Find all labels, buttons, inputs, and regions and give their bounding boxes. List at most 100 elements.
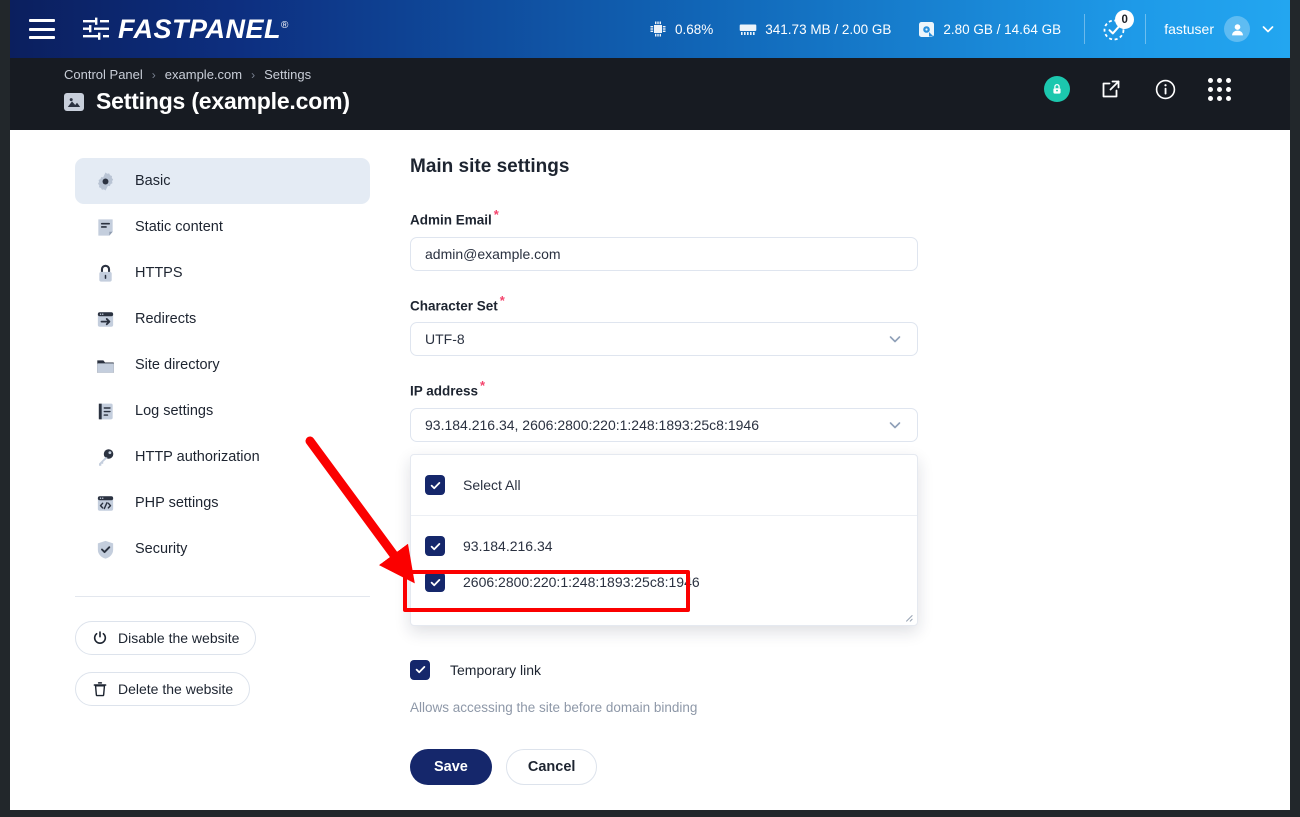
sidebar-item-label: HTTPS (135, 264, 183, 281)
cancel-button[interactable]: Cancel (505, 748, 598, 785)
checkbox-checked-icon[interactable] (425, 475, 445, 495)
admin-email-label: Admin Email * (410, 207, 499, 228)
breadcrumb-item-control-panel[interactable]: Control Panel (64, 67, 143, 82)
lock-icon (1044, 76, 1070, 102)
stat-cpu-value: 0.68% (675, 21, 714, 37)
sidebar-item-label: Security (135, 540, 188, 557)
sidebar-item-label: PHP settings (135, 494, 219, 511)
divider (1084, 14, 1086, 44)
page-title: Settings (example.com) (96, 88, 350, 114)
divider (1145, 14, 1147, 44)
page-title-row: Settings (example.com) (64, 88, 350, 115)
delete-website-label: Delete the website (118, 681, 234, 697)
open-site-button[interactable] (1098, 76, 1124, 102)
field-ip-address: IP address * 93.184.216.34, 2606:2800:220… (410, 378, 930, 638)
checkbox-checked-icon[interactable] (425, 572, 445, 592)
breadcrumb-item-example-com[interactable]: example.com (165, 67, 242, 82)
sidebar-item-label: Site directory (135, 356, 220, 373)
external-link-icon (1102, 80, 1120, 98)
breadcrumb-item-settings: Settings (264, 67, 312, 82)
folder-icon (93, 353, 117, 377)
sidebar-item-label: Log settings (135, 402, 214, 419)
save-button[interactable]: Save (410, 748, 492, 785)
admin-email-input[interactable] (410, 236, 918, 271)
delete-website-button[interactable]: Delete the website (75, 672, 251, 706)
topbar-status-group: 0.68% 341.73 MB / 2.00 GB 2.80 GB / 14.6… (636, 0, 1290, 58)
ip-address-value: 93.184.216.34, 2606:2800:220:1:248:1893:… (425, 416, 759, 433)
disable-website-label: Disable the website (118, 630, 240, 646)
log-list-icon (93, 399, 117, 423)
disable-website-button[interactable]: Disable the website (75, 621, 257, 655)
lock-icon (93, 261, 117, 285)
ip-address-dropdown[interactable]: Select All 93.184.216.34 2606:2800:220:1… (410, 454, 918, 626)
dropdown-option-ipv4[interactable]: 93.184.216.34 (411, 528, 917, 564)
page-content: Basic Static content HTTPS Redirects Sit… (10, 130, 1290, 810)
grid-dots-icon (1207, 77, 1231, 101)
dropdown-option-label: 2606:2800:220:1:248:1893:25c8:1946 (463, 574, 700, 590)
ssl-lock-button[interactable] (1044, 76, 1070, 102)
info-circle-icon (1155, 79, 1175, 99)
hamburger-icon[interactable] (29, 19, 55, 39)
field-character-set: Character Set * UTF-8 (410, 292, 930, 356)
top-navigation-bar: FASTPANEL® 0.68% 341.73 MB / 2.00 GB 2.8… (10, 0, 1290, 58)
sidebar-item-log-settings[interactable]: Log settings (75, 388, 370, 434)
disk-icon (917, 20, 935, 38)
chevron-down-icon (1262, 26, 1274, 33)
required-marker: * (499, 292, 505, 308)
shield-check-icon (93, 537, 117, 561)
sidebar-item-http-authorization[interactable]: HTTP authorization (75, 434, 370, 480)
redirect-arrow-icon (93, 307, 117, 331)
key-icon (93, 445, 117, 469)
dropdown-option-select-all[interactable]: Select All (411, 467, 917, 503)
required-marker: * (493, 207, 499, 222)
info-button[interactable] (1152, 76, 1178, 102)
sidebar-item-redirects[interactable]: Redirects (75, 296, 370, 342)
site-image-icon (64, 92, 84, 111)
temporary-link-row: Temporary link (410, 659, 930, 680)
page-header-actions (1044, 76, 1232, 102)
temporary-link-label: Temporary link (450, 661, 542, 678)
ram-icon (739, 20, 757, 38)
stat-disk-value: 2.80 GB / 14.64 GB (943, 21, 1062, 37)
trash-icon (93, 682, 107, 697)
power-icon (93, 631, 107, 644)
sidebar-item-label: Redirects (135, 310, 197, 327)
checkbox-checked-icon[interactable] (425, 536, 445, 556)
brand-logo[interactable]: FASTPANEL® (81, 14, 289, 45)
registered-mark: ® (281, 19, 289, 31)
code-window-icon (93, 491, 117, 515)
gear-icon (93, 169, 117, 193)
stat-disk: 2.80 GB / 14.64 GB (904, 20, 1074, 38)
dropdown-options-section: 93.184.216.34 2606:2800:220:1:248:1893:2… (411, 516, 917, 612)
screenshot-root: FASTPANEL® 0.68% 341.73 MB / 2.00 GB 2.8… (0, 0, 1300, 817)
settings-sidebar: Basic Static content HTTPS Redirects Sit… (75, 158, 370, 706)
stat-memory-value: 341.73 MB / 2.00 GB (765, 21, 892, 37)
ip-address-select[interactable]: 93.184.216.34, 2606:2800:220:1:248:1893:… (410, 407, 918, 442)
user-menu[interactable]: fastuser (1156, 16, 1276, 42)
sidebar-item-site-directory[interactable]: Site directory (75, 342, 370, 388)
dropdown-option-ipv6[interactable]: 2606:2800:220:1:248:1893:25c8:1946 (411, 564, 917, 600)
chevron-down-icon (889, 421, 901, 428)
apps-grid-button[interactable] (1206, 76, 1232, 102)
character-set-select[interactable]: UTF-8 (410, 322, 918, 356)
temporary-link-checkbox[interactable] (410, 659, 430, 680)
sidebar-item-security[interactable]: Security (75, 526, 370, 572)
user-name: fastuser (1164, 21, 1214, 37)
notification-count-badge: 0 (1115, 10, 1135, 29)
document-icon (93, 215, 117, 239)
sidebar-item-php-settings[interactable]: PHP settings (75, 480, 370, 526)
resize-handle[interactable] (902, 611, 913, 622)
sidebar-item-static-content[interactable]: Static content (75, 204, 370, 250)
cpu-icon (649, 20, 667, 38)
sidebar-action-buttons: Disable the website Delete the website (75, 621, 370, 706)
section-title: Main site settings (410, 156, 570, 177)
dropdown-option-label: 93.184.216.34 (463, 538, 553, 554)
breadcrumb-separator-icon: › (151, 67, 156, 82)
character-set-value: UTF-8 (425, 331, 465, 347)
sidebar-item-https[interactable]: HTTPS (75, 250, 370, 296)
breadcrumb: Control Panel › example.com › Settings (64, 67, 311, 82)
sidebar-item-basic[interactable]: Basic (75, 158, 370, 204)
sidebar-item-label: Basic (135, 172, 171, 189)
notifications-button[interactable]: 0 (1095, 9, 1135, 49)
form-action-buttons: Save Cancel (410, 748, 930, 785)
